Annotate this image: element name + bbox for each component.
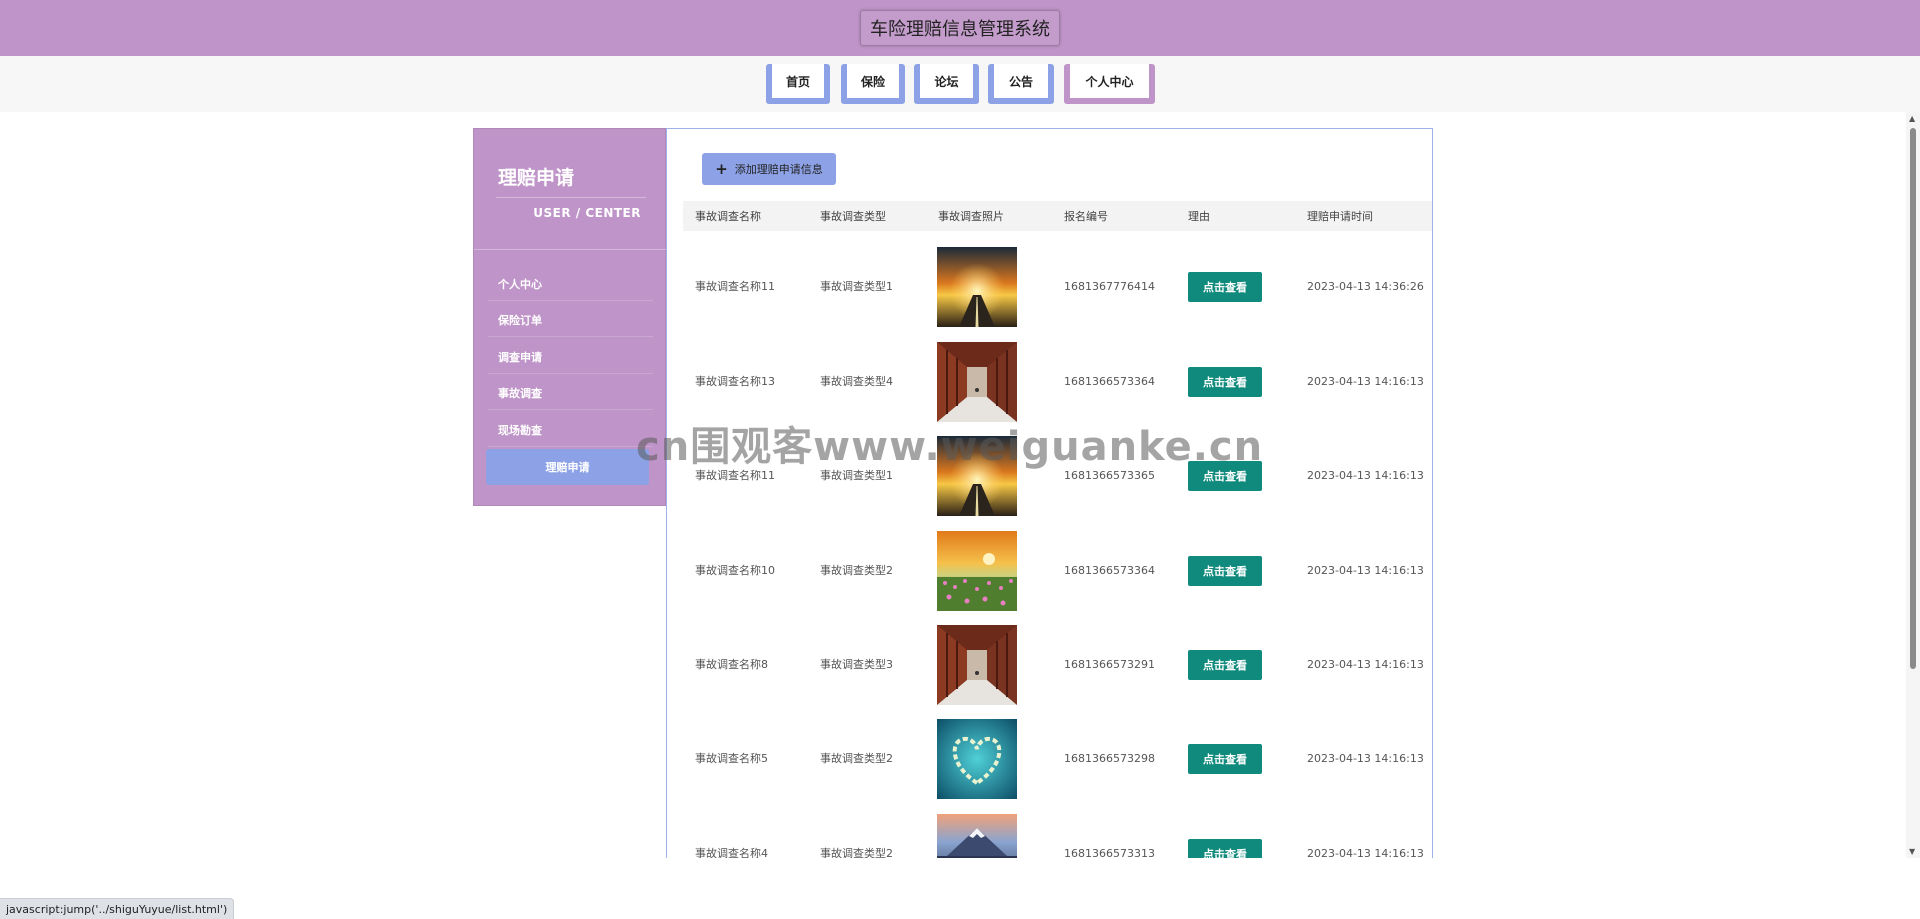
cell-code: 1681366573291 xyxy=(1064,657,1155,671)
top-header: 车险理赔信息管理系统 xyxy=(0,0,1920,56)
cell-type: 事故调查类型2 xyxy=(820,847,893,858)
sidebar-item-claim-application[interactable]: 理赔申请 xyxy=(486,449,649,485)
cell-photo-thumbnail xyxy=(937,531,1017,611)
view-details-button[interactable]: 点击查看 xyxy=(1188,744,1262,774)
cell-photo-thumbnail xyxy=(937,719,1017,799)
sidebar-title: 理赔申请 xyxy=(498,167,575,189)
nav-notice[interactable]: 公告 xyxy=(988,64,1054,104)
cell-type: 事故调查类型4 xyxy=(820,375,893,388)
cell-type: 事故调查类型2 xyxy=(820,564,893,577)
cell-photo-thumbnail xyxy=(937,625,1017,705)
scroll-down-arrow-icon[interactable]: ▼ xyxy=(1909,847,1915,856)
cell-time: 2023-04-13 14:16:13 xyxy=(1307,468,1424,482)
cell-type: 事故调查类型1 xyxy=(820,280,893,293)
cell-name: 事故调查名称4 xyxy=(695,847,768,858)
page-scrollbar[interactable]: ▲ ▼ xyxy=(1906,112,1920,858)
column-header-code: 报名编号 xyxy=(1064,210,1108,223)
table-row: 事故调查名称4 事故调查类型2 1681366573313 点击查看 2023-… xyxy=(683,806,1432,859)
cell-code: 1681366573364 xyxy=(1064,374,1155,388)
column-header-photo: 事故调查照片 xyxy=(938,210,1004,223)
cell-time: 2023-04-13 14:16:13 xyxy=(1307,751,1424,765)
cell-name: 事故调查名称8 xyxy=(695,658,768,671)
add-claim-button[interactable]: + 添加理赔申请信息 xyxy=(702,153,836,185)
column-header-type: 事故调查类型 xyxy=(820,210,886,223)
cell-time: 2023-04-13 14:16:13 xyxy=(1307,563,1424,577)
add-claim-button-label: 添加理赔申请信息 xyxy=(734,163,823,176)
sidebar-item-survey-application[interactable]: 调查申请 xyxy=(488,341,653,374)
column-header-reason: 理由 xyxy=(1188,210,1210,223)
main-panel: + 添加理赔申请信息 事故调查名称 事故调查类型 事故调查照片 报名编号 理由 … xyxy=(666,128,1433,858)
cell-name: 事故调查名称11 xyxy=(695,280,775,293)
cell-photo-thumbnail xyxy=(937,436,1017,516)
table-row: 事故调查名称13 事故调查类型4 1681366573364 点击查看 2023… xyxy=(683,334,1432,428)
view-details-button[interactable]: 点击查看 xyxy=(1188,461,1262,491)
nav-personal-center[interactable]: 个人中心 xyxy=(1064,64,1155,104)
cell-type: 事故调查类型1 xyxy=(820,469,893,482)
cell-name: 事故调查名称10 xyxy=(695,564,775,577)
cell-photo-thumbnail xyxy=(937,814,1017,858)
cell-name: 事故调查名称5 xyxy=(695,752,768,765)
cell-code: 1681366573365 xyxy=(1064,468,1155,482)
sidebar-item-accident-survey[interactable]: 事故调查 xyxy=(488,377,653,410)
sidebar-item-insurance-orders[interactable]: 保险订单 xyxy=(488,304,653,337)
table-header: 事故调查名称 事故调查类型 事故调查照片 报名编号 理由 理赔申请时间 xyxy=(683,201,1432,231)
cell-photo-thumbnail xyxy=(937,342,1017,422)
site-title: 车险理赔信息管理系统 xyxy=(860,10,1060,46)
view-details-button[interactable]: 点击查看 xyxy=(1188,839,1262,858)
nav-bar: 首页 保险 论坛 公告 个人中心 xyxy=(0,56,1920,112)
cell-time: 2023-04-13 14:16:13 xyxy=(1307,846,1424,859)
nav-insurance[interactable]: 保险 xyxy=(841,64,905,104)
table-row: 事故调查名称10 事故调查类型2 1681366573364 点击查看 2023… xyxy=(683,523,1432,617)
cell-code: 1681366573298 xyxy=(1064,751,1155,765)
sidebar-subtitle: USER / CENTER xyxy=(533,206,641,220)
cell-time: 2023-04-13 14:16:13 xyxy=(1307,374,1424,388)
scroll-thumb[interactable] xyxy=(1910,128,1916,669)
sidebar-title-underline xyxy=(496,197,646,198)
scroll-up-arrow-icon[interactable]: ▲ xyxy=(1909,114,1915,123)
table-row: 事故调查名称8 事故调查类型3 1681366573291 点击查看 2023-… xyxy=(683,617,1432,711)
view-details-button[interactable]: 点击查看 xyxy=(1188,367,1262,397)
column-header-name: 事故调查名称 xyxy=(695,210,761,223)
plus-icon: + xyxy=(715,160,728,178)
cell-code: 1681366573364 xyxy=(1064,563,1155,577)
sidebar-item-site-inspection[interactable]: 现场勘查 xyxy=(488,414,653,447)
view-details-button[interactable]: 点击查看 xyxy=(1188,272,1262,302)
sidebar-divider xyxy=(474,249,667,250)
cell-type: 事故调查类型2 xyxy=(820,752,893,765)
cell-code: 1681366573313 xyxy=(1064,846,1155,859)
nav-forum[interactable]: 论坛 xyxy=(914,64,979,104)
table-row: 事故调查名称5 事故调查类型2 1681366573298 点击查看 2023-… xyxy=(683,711,1432,805)
column-header-time: 理赔申请时间 xyxy=(1307,210,1373,223)
view-details-button[interactable]: 点击查看 xyxy=(1188,650,1262,680)
cell-type: 事故调查类型3 xyxy=(820,658,893,671)
cell-time: 2023-04-13 14:16:13 xyxy=(1307,657,1424,671)
sidebar: 理赔申请 USER / CENTER 个人中心 保险订单 调查申请 事故调查 现… xyxy=(473,128,667,506)
cell-photo-thumbnail xyxy=(937,247,1017,327)
cell-time: 2023-04-13 14:36:26 xyxy=(1307,279,1424,293)
cell-code: 1681367776414 xyxy=(1064,279,1155,293)
cell-name: 事故调查名称11 xyxy=(695,469,775,482)
status-bar-url: javascript:jump('../shiguYuyue/list.html… xyxy=(0,898,235,919)
cell-name: 事故调查名称13 xyxy=(695,375,775,388)
view-details-button[interactable]: 点击查看 xyxy=(1188,556,1262,586)
sidebar-item-personal-center[interactable]: 个人中心 xyxy=(488,268,653,301)
nav-home[interactable]: 首页 xyxy=(766,64,830,104)
table-row: 事故调查名称11 事故调查类型1 1681366573365 点击查看 2023… xyxy=(683,428,1432,522)
table-row: 事故调查名称11 事故调查类型1 1681367776414 点击查看 2023… xyxy=(683,239,1432,333)
